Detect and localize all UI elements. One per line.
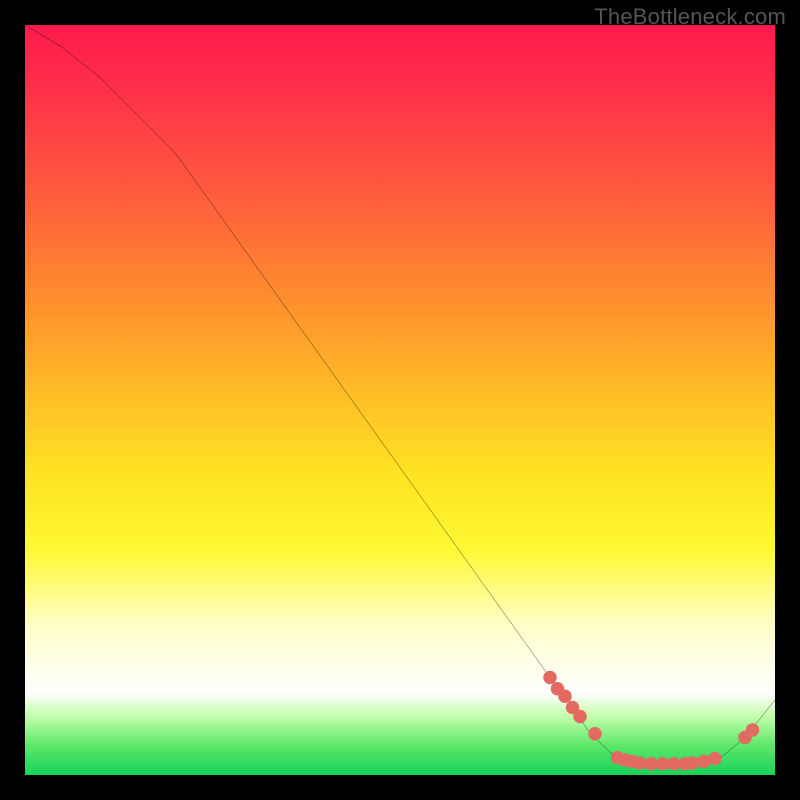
bottleneck-curve (25, 25, 775, 764)
curve-marker (558, 690, 572, 704)
curve-svg (25, 25, 775, 775)
curve-marker (573, 710, 587, 724)
watermark-text: TheBottleneck.com (594, 4, 786, 30)
chart-frame: TheBottleneck.com (0, 0, 800, 800)
plot-area (25, 25, 775, 775)
curve-marker (746, 723, 760, 737)
curve-marker (708, 752, 722, 766)
curve-markers (543, 671, 759, 771)
curve-marker (543, 671, 557, 685)
curve-marker (588, 727, 602, 741)
